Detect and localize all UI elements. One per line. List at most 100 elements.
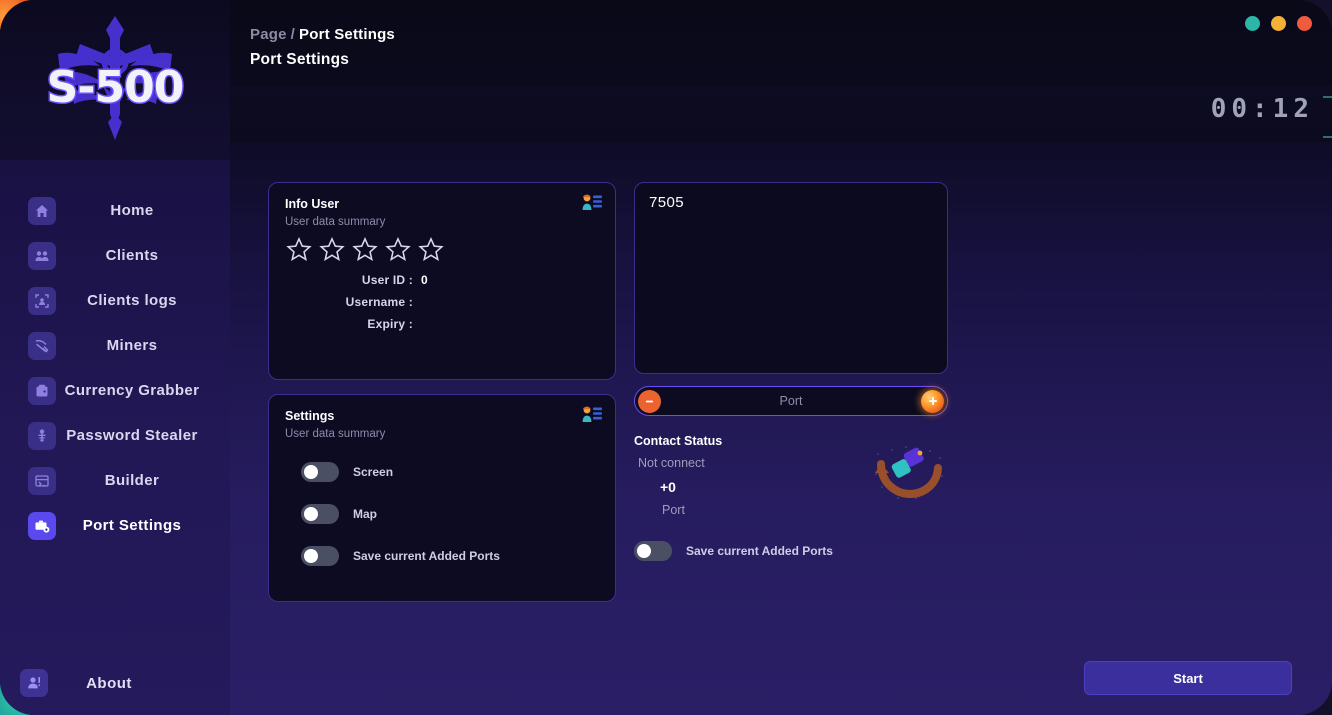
info-user-fields: User ID : 0 Username : Expiry : (285, 269, 599, 335)
toggle-screen[interactable] (301, 462, 339, 482)
settings-subtitle: User data summary (285, 428, 386, 440)
plus-icon (928, 397, 937, 405)
home-icon (28, 196, 56, 225)
field-expiry: Expiry : (285, 313, 599, 335)
sidebar-item-miners[interactable]: Miners (0, 323, 230, 368)
field-label: User ID : (361, 273, 413, 287)
wallet-icon (28, 376, 56, 405)
sidebar-item-label: Currency Grabber (64, 382, 200, 399)
about-user-icon (20, 669, 48, 697)
maximize-button[interactable] (1271, 16, 1286, 31)
minus-icon (645, 400, 654, 402)
sidebar-item-clients-logs[interactable]: Clients logs (0, 278, 230, 323)
info-user-subtitle: User data summary (285, 216, 386, 228)
winged-sword-emblem-icon: S-500 (45, 16, 186, 140)
port-input[interactable] (661, 394, 921, 408)
info-user-title: Info User (285, 197, 340, 211)
field-username: Username : (285, 291, 599, 313)
toggle-label: Screen (353, 465, 394, 479)
clients-logs-icon (28, 286, 56, 315)
toggle-label: Map (353, 507, 377, 521)
close-button[interactable] (1297, 16, 1312, 31)
minimize-button[interactable] (1245, 16, 1260, 31)
right-column: 7505 Contact Status Not connect (634, 182, 948, 561)
sidebar-item-label: Miners (106, 337, 158, 354)
sidebar-item-port-settings[interactable]: Port Settings (0, 503, 230, 548)
miners-pickaxe-icon (28, 331, 56, 360)
main-area: Page / Port Settings Port Settings 00:12 I… (230, 0, 1332, 715)
edge-tick-mark (1323, 96, 1332, 98)
port-list-item[interactable]: 7505 (649, 194, 933, 211)
page-title: Port Settings (250, 51, 350, 68)
settings-title: Settings (285, 409, 335, 423)
topbar: Page / Port Settings Port Settings (230, 0, 1332, 86)
toggle-save-added-ports[interactable] (301, 546, 339, 566)
sidebar-item-currency-grabber[interactable]: Currency Grabber (0, 368, 230, 413)
star-icon[interactable] (417, 236, 445, 263)
add-port-button[interactable] (921, 389, 944, 413)
sidebar-item-password-stealer[interactable]: Password Stealer (0, 413, 230, 458)
content-area: Info User User data summary User ID: 0 … (230, 182, 1332, 715)
toggle-map[interactable] (301, 504, 339, 524)
setting-row-save-ports: Save current Added Ports (285, 546, 599, 566)
sync-arc-icon (872, 442, 946, 507)
info-user-card: Info User User data summary User ID: 0 … (268, 182, 616, 380)
app-logo: S-500 (0, 0, 230, 160)
remove-port-button[interactable] (638, 389, 661, 413)
password-key-icon (28, 421, 56, 450)
star-icon[interactable] (384, 236, 412, 263)
start-button[interactable]: Start (1084, 661, 1292, 695)
sidebar-item-home[interactable]: Home (0, 188, 230, 233)
star-icon[interactable] (318, 236, 346, 263)
sidebar-item-clients[interactable]: Clients (0, 233, 230, 278)
field-label: Expiry : (367, 317, 413, 331)
toggle-knob (637, 544, 651, 558)
rating-stars[interactable] (285, 236, 599, 263)
app-window: S-500 Home Clients Clients logs Miners C… (0, 0, 1332, 715)
sidebar: S-500 Home Clients Clients logs Miners C… (0, 0, 230, 715)
edge-tick-mark (1323, 136, 1332, 138)
star-icon[interactable] (285, 236, 313, 263)
sidebar-item-label: Clients logs (87, 292, 177, 309)
user-data-icon (581, 405, 603, 430)
sidebar-item-label: Password Stealer (66, 427, 198, 444)
sidebar-nav: Home Clients Clients logs Miners Currenc… (0, 188, 230, 657)
left-column: Info User User data summary User ID: 0 … (268, 182, 616, 602)
breadcrumb-current: Port Settings (299, 26, 395, 43)
port-settings-icon (28, 511, 56, 540)
sidebar-item-about[interactable]: About (0, 657, 230, 709)
toggle-knob (304, 549, 318, 563)
page-root: S-500 Home Clients Clients logs Miners C… (0, 0, 1332, 715)
breadcrumb-root[interactable]: Page (250, 26, 287, 43)
clients-icon (28, 241, 56, 270)
port-input-row (634, 386, 948, 416)
breadcrumb: Page / Port Settings (250, 26, 1332, 43)
user-data-icon (581, 193, 603, 218)
builder-tools-icon (28, 466, 56, 495)
session-timer: 00:12 (1210, 94, 1314, 124)
about-label: About (86, 674, 132, 692)
setting-row-map: Map (285, 504, 599, 524)
toggle-knob (304, 507, 318, 521)
contact-status-block: Contact Status Not connect +0 Port (634, 434, 948, 517)
clock-strip: 00:12 (230, 86, 1332, 142)
star-icon[interactable] (351, 236, 379, 263)
window-controls (1245, 16, 1312, 31)
sidebar-item-label: Home (110, 202, 154, 219)
toggle-label: Save current Added Ports (353, 549, 500, 563)
sidebar-item-label: Clients (105, 247, 159, 264)
port-list[interactable]: 7505 (634, 182, 948, 374)
setting-row-screen: Screen (285, 462, 599, 482)
toggle-knob (304, 465, 318, 479)
breadcrumb-separator: / (290, 26, 296, 43)
sidebar-item-builder[interactable]: Builder (0, 458, 230, 503)
field-user-id: User ID : 0 (285, 269, 599, 291)
toggle-save-current-added-ports[interactable] (634, 541, 672, 561)
settings-card: Settings User data summary Screen Map Sa… (268, 394, 616, 602)
save-ports-row: Save current Added Ports (634, 541, 948, 561)
field-label: Username : (345, 295, 413, 309)
save-ports-label: Save current Added Ports (686, 544, 833, 558)
svg-text:S-500: S-500 (47, 62, 184, 113)
field-value: 0 (421, 273, 428, 287)
